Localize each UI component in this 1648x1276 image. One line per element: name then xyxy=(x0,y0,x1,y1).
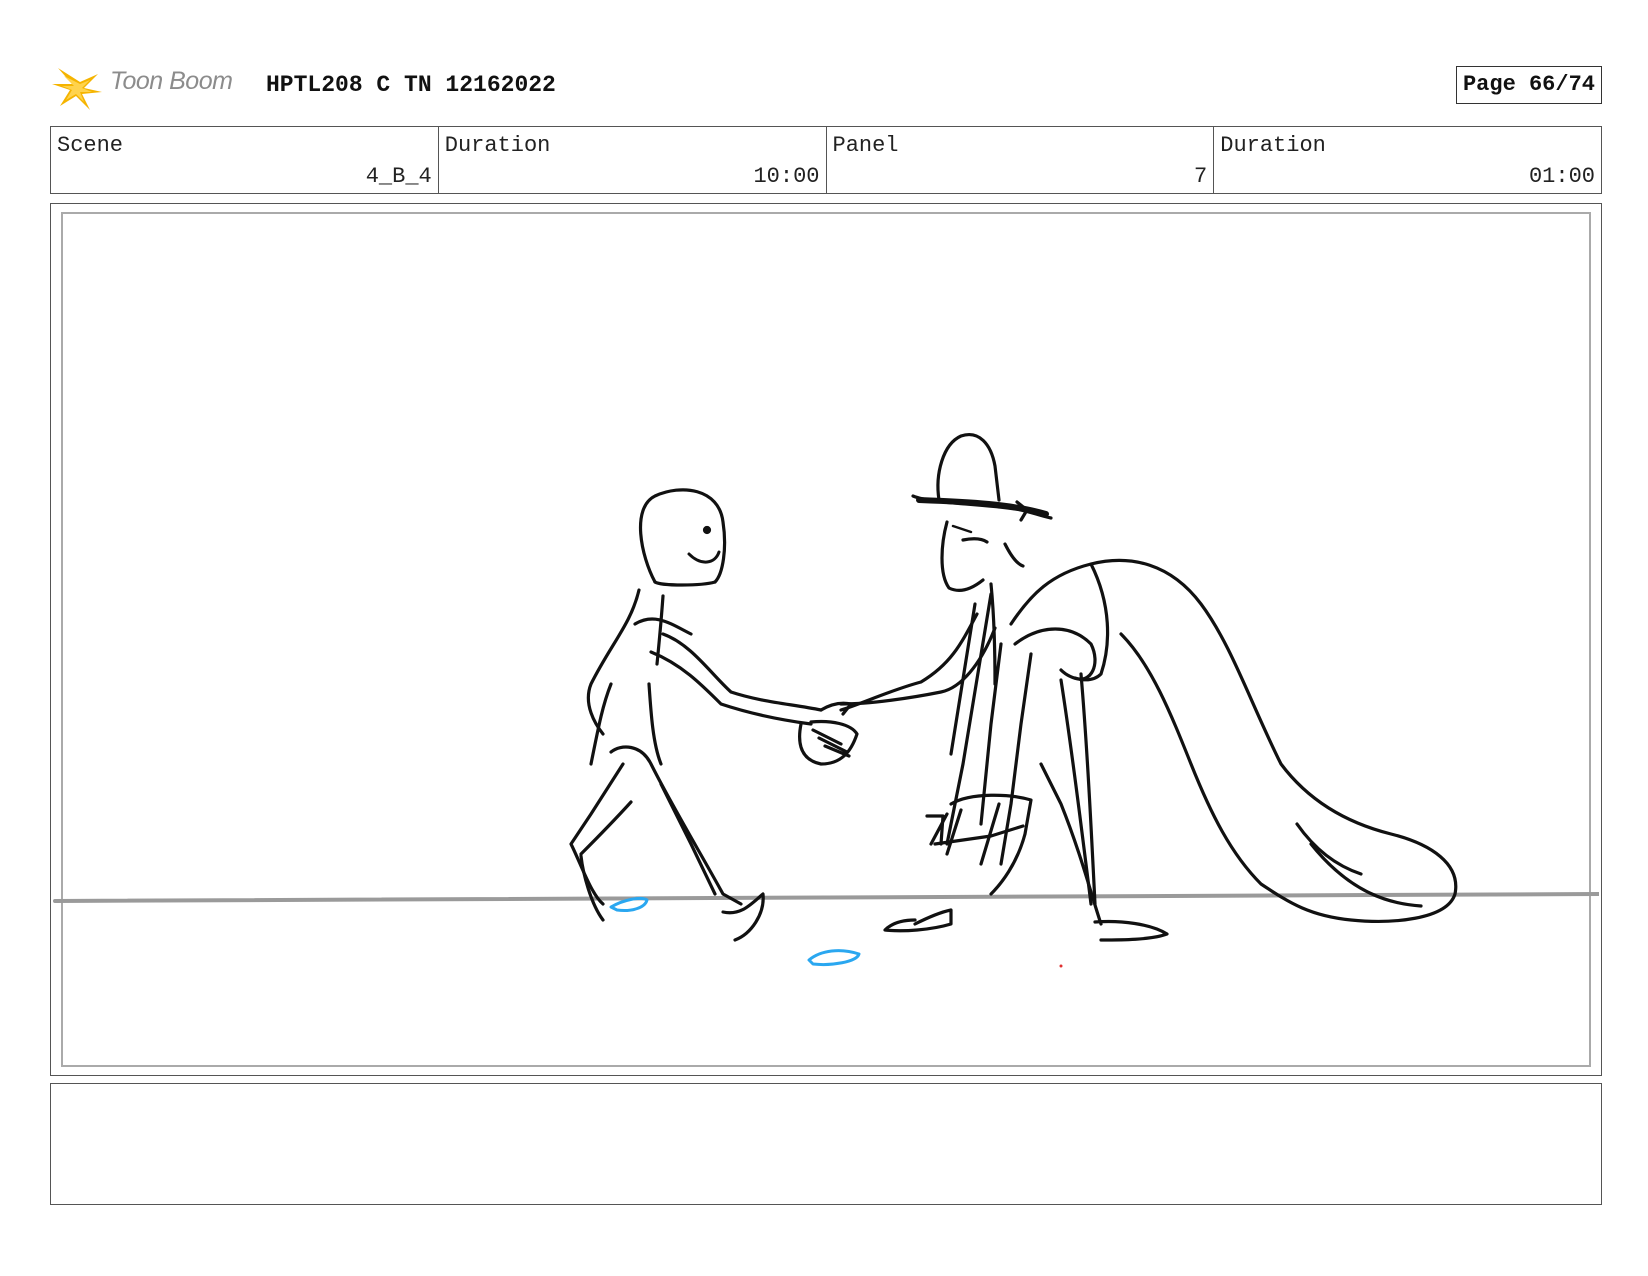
storyboard-panel xyxy=(50,203,1602,1076)
panel-cell: Panel 7 xyxy=(827,127,1215,193)
footstep-marks xyxy=(609,896,861,966)
toon-boom-logo: Toon Boom xyxy=(50,62,250,110)
red-dot xyxy=(1059,964,1063,968)
handshake xyxy=(798,719,859,766)
scene-info-row: Scene 4_B_4 Duration 10:00 Panel 7 Durat… xyxy=(50,126,1602,194)
panel-duration-cell: Duration 01:00 xyxy=(1214,127,1601,193)
scene-duration-cell: Duration 10:00 xyxy=(439,127,827,193)
panel-sketch xyxy=(53,433,1599,968)
page-indicator: Page 66/74 xyxy=(1455,66,1602,104)
logo-text: Toon Boom xyxy=(110,67,233,95)
scene-duration-value: 10:00 xyxy=(753,164,820,189)
panel-label: Panel xyxy=(832,133,899,158)
right-character xyxy=(839,433,1458,942)
scene-value: 4_B_4 xyxy=(365,164,432,189)
page-header: Toon Boom HPTL208 C TN 12162022 Page 66/… xyxy=(50,58,1602,110)
ground-line xyxy=(53,892,1599,903)
left-character xyxy=(569,488,853,942)
panel-notes-box xyxy=(50,1083,1602,1205)
scene-cell: Scene 4_B_4 xyxy=(51,127,439,193)
scene-duration-label: Duration xyxy=(444,133,551,158)
panel-value: 7 xyxy=(1194,164,1208,189)
footstep-mark-2 xyxy=(807,949,861,966)
document-title: HPTL208 C TN 12162022 xyxy=(266,72,556,98)
panel-duration-value: 01:00 xyxy=(1528,164,1595,189)
star-burst-icon xyxy=(52,68,102,110)
scene-label: Scene xyxy=(57,133,124,158)
panel-duration-label: Duration xyxy=(1220,133,1326,158)
